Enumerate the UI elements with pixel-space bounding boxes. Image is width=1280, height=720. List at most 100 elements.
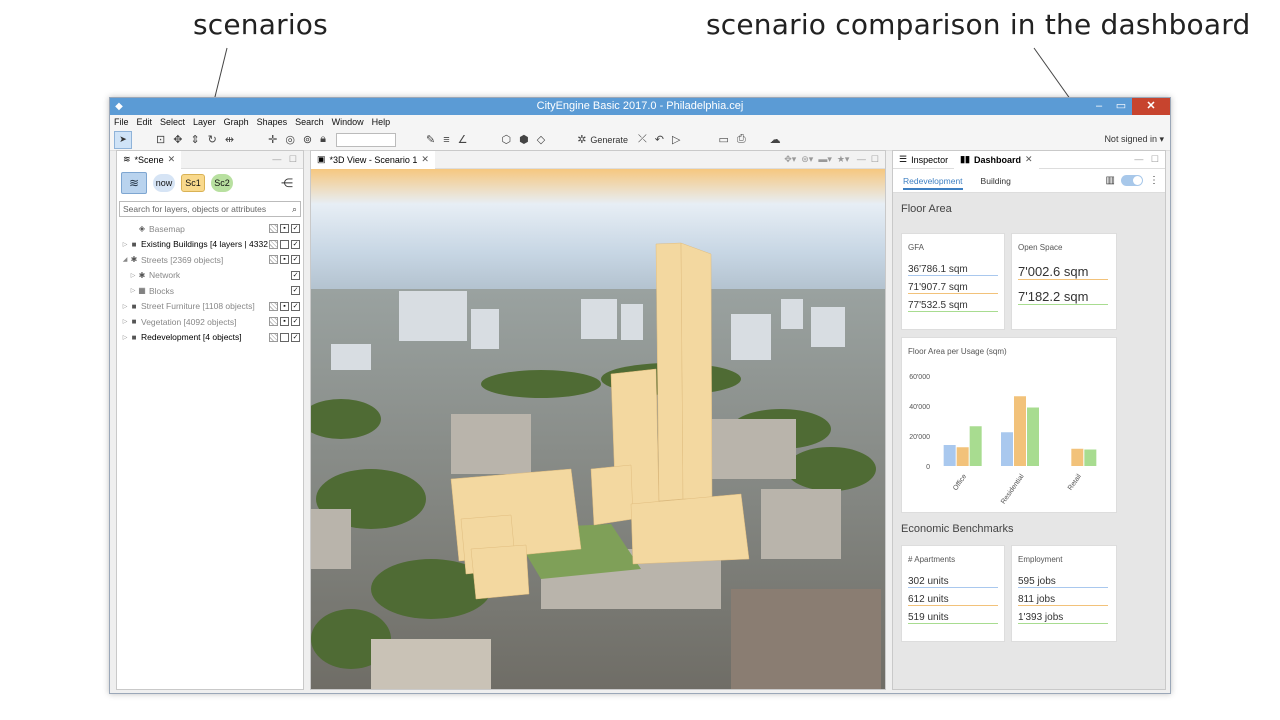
subtab-redevelopment[interactable]: Redevelopment (903, 176, 963, 190)
selectable-toggle[interactable] (269, 332, 278, 342)
expand-arrow-icon[interactable]: ▷ (121, 334, 129, 341)
3d-viewport[interactable] (311, 169, 885, 689)
menu-graph[interactable]: Graph (224, 117, 249, 127)
ruler-icon[interactable]: ▭ (718, 133, 728, 146)
visibility-checkbox[interactable]: ✓ (291, 332, 300, 342)
expand-arrow-icon[interactable]: ◢ (121, 256, 129, 263)
cleanup-icon[interactable]: ⤫ (638, 133, 647, 146)
expand-arrow-icon[interactable]: ▷ (129, 272, 137, 279)
expand-arrow-icon[interactable]: ▷ (121, 318, 129, 325)
visibility-checkbox[interactable]: ✓ (291, 286, 300, 296)
dashboard-panel-controls[interactable]: — ☐ (1134, 154, 1159, 165)
city-scene[interactable] (311, 169, 885, 689)
generate-button[interactable]: Generate (590, 135, 628, 145)
panel-controls[interactable]: — ☐ (272, 154, 297, 165)
menu-shapes[interactable]: Shapes (257, 117, 288, 127)
selectable-toggle[interactable] (269, 239, 278, 249)
shape-tools-icon[interactable]: ⬡ (502, 133, 512, 146)
lock-toggle[interactable]: ▪ (280, 301, 289, 311)
view-controls[interactable]: ✥▾ ⊛▾ ▬▾ ★▾ — ☐ (784, 154, 879, 165)
layer-row[interactable]: ▷ ■ Street Furniture [1108 objects] ▪ ✓ (117, 299, 303, 315)
bar-residential-2[interactable] (1027, 407, 1039, 467)
close-view-icon[interactable]: ✕ (421, 154, 429, 165)
add-chart-icon[interactable]: ▥ (1106, 175, 1115, 186)
visibility-checkbox[interactable]: ✓ (291, 301, 300, 311)
scenario-sc1-button[interactable]: Sc1 (181, 174, 205, 192)
generate-icon[interactable]: ✲ (577, 133, 586, 146)
menu-edit[interactable]: Edit (137, 117, 153, 127)
sign-in-status[interactable]: Not signed in ▾ (1104, 134, 1164, 145)
selectable-toggle[interactable] (269, 317, 278, 327)
scenario-graph-icon[interactable]: ⋲ (281, 176, 293, 190)
navigate-icon[interactable]: ✛ (268, 133, 277, 146)
print-icon[interactable]: ⎙ (737, 133, 746, 146)
lock-toggle[interactable]: ▪ (280, 317, 289, 327)
layer-row[interactable]: ▷ ✱ Network ✓ (117, 268, 303, 284)
visibility-checkbox[interactable]: ✓ (291, 255, 300, 265)
subtab-building[interactable]: Building (981, 176, 1011, 186)
bar-office-0[interactable] (943, 445, 956, 466)
bar-office-1[interactable] (956, 447, 969, 466)
scenario-now-button[interactable]: now (153, 174, 175, 192)
layer-row[interactable]: ▷ ▦ Blocks ✓ (117, 283, 303, 299)
weather-icon[interactable]: ☁ (770, 133, 781, 146)
frame-tool-icon[interactable]: ⊡ (156, 133, 165, 146)
selectable-toggle[interactable] (269, 255, 278, 265)
close-button[interactable]: ✕ (1132, 98, 1170, 115)
menu-search[interactable]: Search (295, 117, 324, 127)
layer-row[interactable]: ▷ ■ Existing Buildings [4 layers | 4332 ✓ (117, 237, 303, 253)
expand-arrow-icon[interactable]: ▷ (121, 241, 129, 248)
tab-dashboard[interactable]: ▮▮ Dashboard ✕ (954, 150, 1039, 169)
bar-retail-2[interactable] (1084, 449, 1097, 467)
visibility-checkbox[interactable]: ✓ (291, 224, 300, 234)
expand-arrow-icon[interactable]: ▷ (121, 303, 129, 310)
play-icon[interactable]: ▷ (672, 133, 680, 146)
rotate-tool-icon[interactable]: ↻ (208, 133, 217, 146)
close-tab-icon[interactable]: ✕ (168, 154, 176, 165)
measure-tool-icon[interactable]: ⇹ (225, 133, 234, 146)
tab-3d-view[interactable]: ▣ *3D View - Scenario 1 ✕ (311, 150, 435, 169)
tab-scene[interactable]: ≋ *Scene ✕ (117, 150, 182, 169)
bar-residential-0[interactable] (1001, 432, 1013, 466)
scenario-sc2-button[interactable]: Sc2 (211, 174, 233, 192)
maximize-button[interactable]: ▭ (1110, 98, 1132, 115)
menu-window[interactable]: Window (332, 117, 364, 127)
selectable-toggle[interactable] (269, 301, 278, 311)
tab-inspector[interactable]: ☰ Inspector (893, 151, 954, 169)
layer-row[interactable]: ▷ ■ Vegetation [4092 objects] ▪ ✓ (117, 314, 303, 330)
visibility-checkbox[interactable]: ✓ (291, 239, 300, 249)
more-options-icon[interactable]: ⋮ (1149, 175, 1159, 186)
scale-tool-icon[interactable]: ⇕ (190, 133, 199, 146)
shape-merge-icon[interactable]: ◇ (537, 133, 545, 146)
layers-view-button[interactable]: ≋ (121, 172, 147, 194)
menu-select[interactable]: Select (160, 117, 185, 127)
scene-search-input[interactable]: Search for layers, objects or attributes… (119, 201, 301, 217)
select-tool-icon[interactable]: ➤ (114, 130, 132, 149)
layer-row[interactable]: ◈ Basemap ▪ ✓ (117, 221, 303, 237)
expand-arrow-icon[interactable]: ▷ (129, 287, 137, 294)
orbit-icon[interactable]: ⊚ (303, 133, 312, 146)
menu-file[interactable]: File (114, 117, 129, 127)
draw-curve-icon[interactable]: ∠ (458, 133, 468, 146)
layer-row[interactable]: ◢ ✱ Streets [2369 objects] ▪ ✓ (117, 252, 303, 268)
undo-generate-icon[interactable]: ↶ (655, 133, 664, 146)
scenario-compare-toggle[interactable] (1121, 175, 1143, 186)
lock-toggle[interactable] (280, 332, 289, 342)
close-dashboard-icon[interactable]: ✕ (1025, 154, 1033, 165)
lock-toggle[interactable]: ▪ (280, 224, 289, 234)
visibility-checkbox[interactable]: ✓ (291, 317, 300, 327)
minimize-button[interactable]: – (1088, 98, 1110, 115)
bar-retail-1[interactable] (1071, 448, 1084, 466)
bar-office-2[interactable] (969, 426, 982, 466)
lock-toggle[interactable] (280, 239, 289, 249)
visibility-checkbox[interactable]: ✓ (291, 270, 300, 280)
selectable-toggle[interactable] (269, 224, 278, 234)
menu-help[interactable]: Help (372, 117, 391, 127)
move-tool-icon[interactable]: ✥ (173, 133, 182, 146)
shape-split-icon[interactable]: ⬢ (519, 133, 529, 146)
lock-toggle[interactable]: ▪ (280, 255, 289, 265)
lock-icon[interactable]: 🔒︎ (320, 133, 326, 146)
bar-residential-1[interactable] (1014, 396, 1026, 466)
target-icon[interactable]: ◎ (285, 133, 295, 146)
draw-pen-icon[interactable]: ✎ (426, 133, 435, 146)
